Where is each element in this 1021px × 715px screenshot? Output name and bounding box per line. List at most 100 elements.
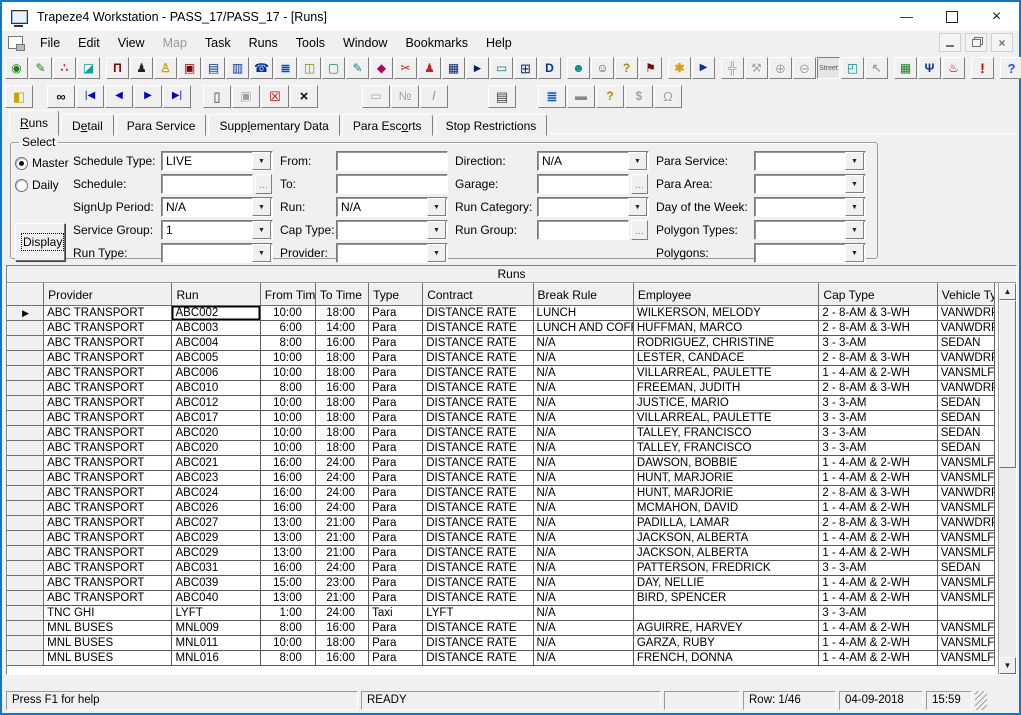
chevron-down-icon[interactable]: ▼	[252, 221, 271, 239]
exit-door-icon[interactable]: ◧	[5, 85, 33, 108]
grid-cell[interactable]: N/A	[533, 546, 633, 561]
para-area-dropdown[interactable]: ▼	[754, 174, 866, 194]
grid-cell[interactable]: JACKSON, ALBERTA	[633, 546, 819, 561]
mdi-restore-button[interactable]	[965, 33, 987, 52]
next-record-icon[interactable]: ▶	[134, 85, 162, 108]
grid-cell[interactable]: ABC029	[172, 531, 260, 546]
grid-cell[interactable]: VANSMLF	[937, 576, 994, 591]
vehicle-flag-icon[interactable]: ⚑	[639, 57, 662, 79]
mdt-screen-icon[interactable]: ▦	[894, 57, 917, 79]
grid-cell[interactable]: VANSMLF	[937, 621, 994, 636]
grid-cell[interactable]: 2 - 8-AM & 3-WH	[819, 321, 937, 336]
grid-cell[interactable]: HUNT, MARJORIE	[633, 486, 819, 501]
filter-list-icon[interactable]: ≣	[538, 85, 566, 108]
grid-cell[interactable]: Taxi	[369, 606, 423, 621]
tab-supplementary-data[interactable]: Supplementary Data	[208, 114, 339, 136]
column-header-contract[interactable]: Contract	[423, 284, 533, 306]
chevron-down-icon[interactable]: ▼	[628, 152, 647, 170]
grid-cell[interactable]: 24:00	[315, 501, 368, 516]
grid-cell[interactable]	[937, 606, 994, 621]
grid-cell[interactable]: 3 - 3-AM	[819, 561, 937, 576]
para-service-dropdown[interactable]: ▼	[754, 151, 866, 171]
grid-cell[interactable]: DISTANCE RATE	[423, 441, 533, 456]
first-record-icon[interactable]: |◀	[76, 85, 104, 108]
minimize-button[interactable]: —	[884, 2, 929, 31]
menu-map[interactable]: Map	[154, 33, 196, 53]
grid-cell[interactable]: DISTANCE RATE	[423, 456, 533, 471]
grid-cell[interactable]: 1 - 4-AM & 2-WH	[819, 366, 937, 381]
row-selector[interactable]	[8, 441, 44, 456]
grid-cell[interactable]: 16:00	[260, 471, 315, 486]
grid-cell[interactable]: 16:00	[260, 501, 315, 516]
grid-cell[interactable]: 10:00	[260, 306, 315, 321]
grid-cell[interactable]: N/A	[533, 426, 633, 441]
menu-view[interactable]: View	[109, 33, 154, 53]
grid-cell[interactable]: N/A	[533, 396, 633, 411]
grid-cell[interactable]: N/A	[533, 366, 633, 381]
grid-cell[interactable]	[633, 606, 819, 621]
garage-field[interactable]	[537, 174, 629, 194]
grid-cell[interactable]: 14:00	[315, 321, 368, 336]
polygons-dropdown[interactable]: ▼	[754, 243, 866, 263]
grid-cell[interactable]: N/A	[533, 606, 633, 621]
grid-cell[interactable]: ABC010	[172, 381, 260, 396]
tab-stop-restrictions[interactable]: Stop Restrictions	[435, 114, 548, 136]
grid-cell[interactable]: ABC TRANSPORT	[44, 411, 172, 426]
radio-device-icon[interactable]: ♨	[942, 57, 965, 79]
grid-cell[interactable]: DISTANCE RATE	[423, 576, 533, 591]
grid-cell[interactable]: 21:00	[315, 546, 368, 561]
scroll-up-button[interactable]: ▲	[999, 283, 1016, 300]
help-icon[interactable]: ?	[1000, 57, 1021, 79]
new-record-icon[interactable]: ▯	[203, 85, 231, 108]
grid-cell[interactable]: RODRIGUEZ, CHRISTINE	[633, 336, 819, 351]
row-selector[interactable]	[8, 381, 44, 396]
menu-tools[interactable]: Tools	[287, 33, 334, 53]
grid-cell[interactable]: JACKSON, ALBERTA	[633, 531, 819, 546]
tab-para-service[interactable]: Para Service	[116, 114, 207, 136]
buses-stack-icon[interactable]: ▤	[202, 57, 225, 79]
grid-cell[interactable]: LUNCH AND COFFE	[533, 321, 633, 336]
grid-cell[interactable]: VANSMLF	[937, 546, 994, 561]
grid-cell[interactable]: 18:00	[315, 306, 368, 321]
garage-browse-button[interactable]: ...	[631, 174, 648, 194]
grid-cell[interactable]: GARZA, RUBY	[633, 636, 819, 651]
menu-file[interactable]: File	[31, 33, 69, 53]
grid-cell[interactable]: ABC TRANSPORT	[44, 561, 172, 576]
grid-cell[interactable]: Para	[369, 546, 423, 561]
grid-cell[interactable]: ABC006	[172, 366, 260, 381]
bus-window-icon[interactable]: ▣	[178, 57, 201, 79]
bus-route-icon[interactable]: ►	[466, 57, 489, 79]
grid-cell[interactable]: N/A	[533, 411, 633, 426]
zone-cut-icon[interactable]: ✂	[394, 57, 417, 79]
chevron-down-icon[interactable]: ▼	[252, 244, 271, 262]
run-dropdown[interactable]: N/A▼	[336, 197, 448, 217]
grid-cell[interactable]: ABC026	[172, 501, 260, 516]
grid-cell[interactable]: DISTANCE RATE	[423, 321, 533, 336]
grid-cell[interactable]: Para	[369, 411, 423, 426]
grid-cell[interactable]: DISTANCE RATE	[423, 306, 533, 321]
grid-cell[interactable]: HUNT, MARJORIE	[633, 471, 819, 486]
map-pages-icon[interactable]: ◫	[298, 57, 321, 79]
depot-icon[interactable]: Π	[106, 57, 129, 79]
grid-cell[interactable]: 18:00	[315, 366, 368, 381]
grid-cell[interactable]: N/A	[533, 591, 633, 606]
grid-cell[interactable]: ABC020	[172, 426, 260, 441]
grid-cell[interactable]: ABC TRANSPORT	[44, 516, 172, 531]
polygon-types-dropdown[interactable]: ▼	[754, 220, 866, 240]
grid-cell[interactable]: ABC023	[172, 471, 260, 486]
scroll-thumb[interactable]	[999, 300, 1016, 468]
grid-cell[interactable]: 16:00	[315, 651, 368, 666]
provider-dropdown[interactable]: ▼	[336, 243, 448, 263]
grid-cell[interactable]: Para	[369, 426, 423, 441]
grid-cell[interactable]: FREEMAN, JUDITH	[633, 381, 819, 396]
grid-cell[interactable]: VANSMLF	[937, 456, 994, 471]
grid-cell[interactable]: Para	[369, 561, 423, 576]
grid-cell[interactable]: N/A	[533, 651, 633, 666]
grid-cell[interactable]: 13:00	[260, 516, 315, 531]
grid-cell[interactable]: HUFFMAN, MARCO	[633, 321, 819, 336]
grid-cell[interactable]: 1 - 4-AM & 2-WH	[819, 591, 937, 606]
grid-cell[interactable]: SEDAN	[937, 426, 994, 441]
grid-cell[interactable]: 2 - 8-AM & 3-WH	[819, 381, 937, 396]
grid-cell[interactable]: VANWDRP	[937, 351, 994, 366]
grid-cell[interactable]: N/A	[533, 576, 633, 591]
